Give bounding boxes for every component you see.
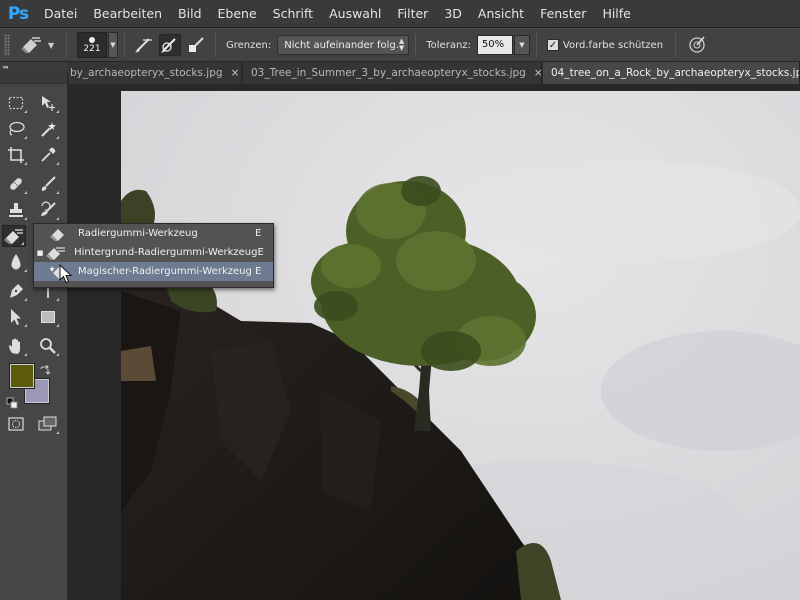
path-selection-icon[interactable] [4,306,28,328]
flyout-item-shortcut: E [255,228,262,239]
tree-on-rock-photo [121,91,800,600]
menu-filter[interactable]: Filter [389,0,436,28]
protect-foreground-checkbox[interactable]: ✓ [546,39,559,51]
foreground-color-swatch[interactable] [10,364,34,388]
flyout-item-label: Magischer-Radiergummi-Werkzeug [78,266,252,277]
menu-bar: Ps Datei Bearbeiten Bild Ebene Schrift A… [0,0,800,28]
menu-layer[interactable]: Ebene [210,0,265,28]
chevron-down-icon: ▼ [48,40,55,50]
options-bar: ▼ 221 ▼ Grenzen: Nicht aufeinander folg.… [0,28,800,62]
chevron-down-icon: ▼ [110,41,116,49]
menu-image[interactable]: Bild [170,0,209,28]
limits-select[interactable]: Nicht aufeinander folg. ▲ ▼ [277,35,410,55]
tab-label: by_archaeopteryx_stocks.jpg [70,67,223,79]
chevron-down-icon: ▼ [519,41,525,49]
crop-icon[interactable] [4,144,28,166]
brush-preset-picker[interactable]: 221 [77,32,107,58]
swap-colors-icon[interactable] [39,362,51,375]
menu-edit[interactable]: Bearbeiten [85,0,170,28]
sampling-continuous-button[interactable] [133,34,155,56]
sampling-once-button[interactable] [159,34,181,56]
menu-select[interactable]: Auswahl [321,0,389,28]
chevron-updown-icon: ▲ ▼ [398,37,405,52]
tolerance-label: Toleranz: [426,39,471,51]
screen-mode-icon[interactable] [36,413,60,435]
background-eraser-icon [46,245,66,261]
zoom-icon[interactable] [36,335,60,357]
checkmark-icon: ✓ [548,39,558,51]
rectangle-shape-icon[interactable] [36,306,60,328]
tab-label: 04_tree_on_a_Rock_by_archaeopteryx_stock… [551,67,800,79]
quick-mask-icon[interactable] [4,413,28,435]
clone-stamp-icon[interactable] [4,199,28,221]
pen-icon[interactable] [4,280,28,302]
sampling-background-swatch-button[interactable] [185,34,207,56]
eyedropper-icon[interactable] [36,144,60,166]
brush-tip-icon [89,36,95,43]
menu-file[interactable]: Datei [36,0,85,28]
tool-preset-picker[interactable]: ▼ [20,35,60,56]
close-icon[interactable]: × [231,67,240,79]
menu-help[interactable]: Hilfe [594,0,638,28]
default-colors-icon[interactable] [6,394,18,409]
photoshop-logo: Ps [7,3,29,24]
close-icon[interactable]: × [534,67,541,79]
brush-dropdown-button[interactable]: ▼ [108,32,118,58]
background-eraser-icon [20,35,42,56]
separator [415,33,417,57]
lasso-icon[interactable] [4,118,28,140]
protect-foreground-label: Vord.farbe schützen [562,39,664,51]
spot-healing-icon[interactable] [4,173,28,195]
magic-wand-icon[interactable] [36,118,60,140]
menu-window[interactable]: Fenster [532,0,594,28]
separator [215,33,216,57]
tab-label: 03_Tree_in_Summer_3_by_archaeopteryx_sto… [251,67,526,79]
options-grip[interactable] [4,34,10,56]
hand-icon[interactable] [4,335,28,357]
flyout-item-eraser[interactable]: Radiergummi-Werkzeug E [34,224,273,243]
rectangular-marquee-icon[interactable] [4,92,28,114]
document-tab[interactable]: by_archaeopteryx_stocks.jpg × [68,62,242,84]
tablet-pressure-button[interactable] [686,34,708,56]
brush-icon[interactable] [36,173,60,195]
limits-label: Grenzen: [226,39,272,51]
eraser-icon [48,226,70,242]
menu-view[interactable]: Ansicht [470,0,532,28]
history-brush-icon[interactable] [36,199,60,221]
selected-tool-bullet: ■ [36,248,44,257]
tolerance-dropdown-button[interactable]: ▼ [513,35,530,55]
toolbox-header[interactable] [0,72,67,84]
image-canvas[interactable] [121,91,800,600]
mouse-cursor-icon [59,263,73,288]
document-tab-active[interactable]: 04_tree_on_a_Rock_by_archaeopteryx_stock… [543,62,800,84]
flyout-item-shortcut: E [255,266,262,277]
flyout-item-shortcut: E [257,247,264,258]
document-tab[interactable]: 03_Tree_in_Summer_3_by_archaeopteryx_sto… [243,62,542,84]
separator [66,33,67,57]
menu-type[interactable]: Schrift [265,0,321,28]
tolerance-input[interactable]: 50% [476,35,513,55]
separator [675,33,677,57]
menu-3d[interactable]: 3D [436,0,470,28]
flyout-item-label: Radiergummi-Werkzeug [78,228,198,239]
flyout-item-background-eraser[interactable]: ■ Hintergrund-Radiergummi-Werkzeug E [34,243,273,262]
eraser-icon[interactable] [2,225,26,247]
collapse-panel-button[interactable]: ◂◂ [0,62,68,72]
flyout-item-label: Hintergrund-Radiergummi-Werkzeug [74,247,258,258]
blur-icon[interactable] [4,251,28,273]
separator [535,33,537,57]
brush-size-value: 221 [83,43,101,54]
limits-value: Nicht aufeinander folg. [284,39,399,51]
separator [124,33,125,57]
move-icon[interactable] [36,92,60,114]
